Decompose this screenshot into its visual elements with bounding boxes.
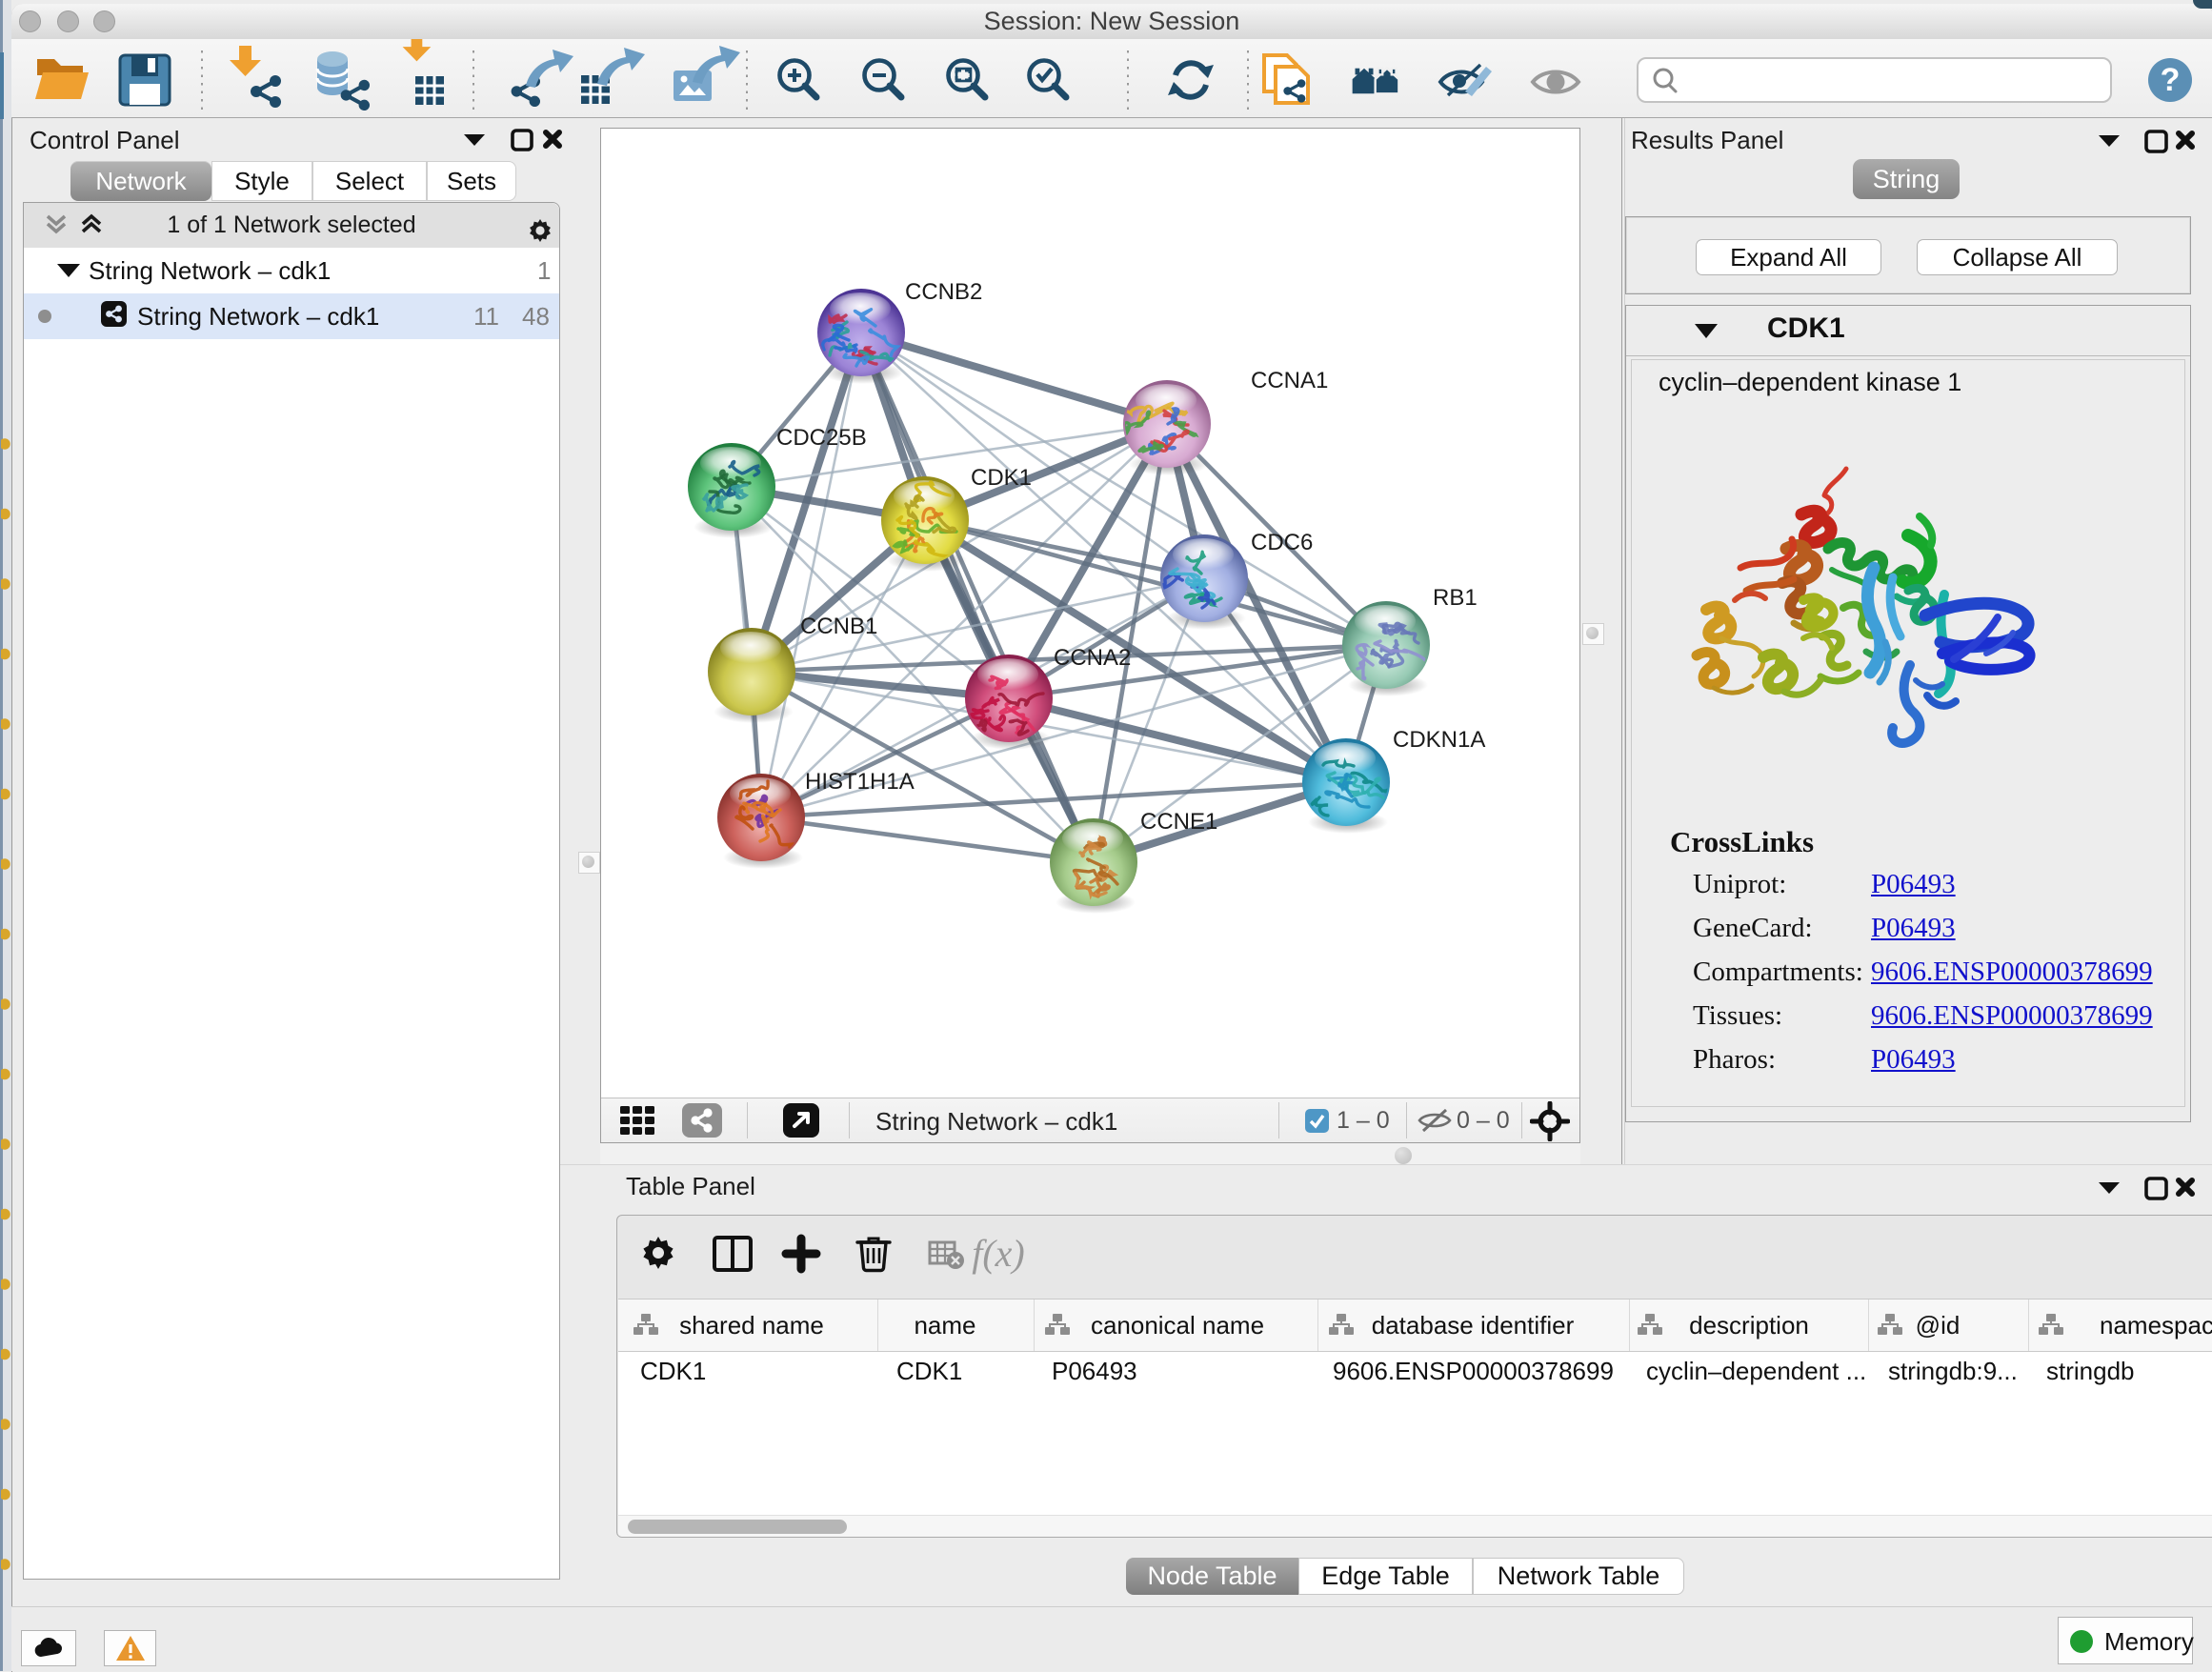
svg-text:f(x): f(x) (972, 1232, 1025, 1275)
svg-text:CDKN1A: CDKN1A (1393, 727, 1485, 753)
svg-text:CCNA1: CCNA1 (1251, 368, 1328, 393)
svg-text:CDC6: CDC6 (1251, 530, 1313, 555)
svg-text:CCNE1: CCNE1 (1140, 809, 1217, 835)
svg-text:CCNB2: CCNB2 (905, 279, 982, 305)
svg-text:CDK1: CDK1 (971, 465, 1032, 491)
svg-text:HIST1H1A: HIST1H1A (805, 769, 915, 795)
svg-text:?: ? (2161, 62, 2181, 98)
svg-text:CCNA2: CCNA2 (1054, 645, 1131, 671)
svg-text:RB1: RB1 (1433, 585, 1478, 611)
svg-text:CDC25B: CDC25B (776, 425, 867, 451)
svg-text:CCNB1: CCNB1 (800, 614, 877, 639)
